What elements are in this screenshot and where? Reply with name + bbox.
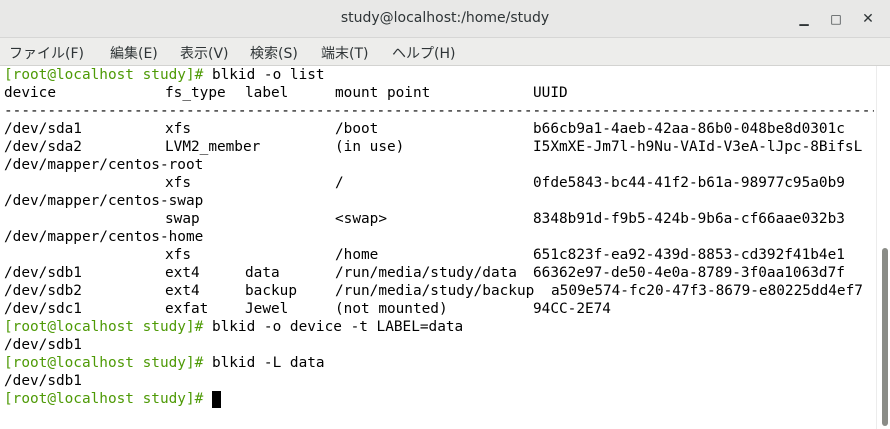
header-uuid: UUID (533, 85, 568, 101)
table-row: /dev/mapper/centos-home (4, 228, 203, 246)
close-icon[interactable]: ✕ (858, 9, 878, 29)
menu-file[interactable]: ファイル(F) (9, 43, 84, 63)
maximize-icon[interactable]: □ (826, 9, 846, 29)
command-output: /dev/sdb1 (4, 337, 82, 353)
menu-view[interactable]: 表示(V) (180, 43, 229, 63)
row-fs-type: LVM2_member (165, 139, 261, 155)
header-fs-type: fs_type (165, 85, 226, 101)
row-device: /dev/sda1 (4, 121, 82, 137)
row-device: /dev/sda2 (4, 139, 82, 155)
text-cursor (211, 391, 221, 408)
row-mount-point: /run/media/study/data (335, 265, 517, 281)
row-fs-type: xfs (165, 175, 191, 191)
header-device: device (4, 85, 56, 101)
row-fs-type: swap (165, 211, 200, 227)
row-mount-point: <swap> (335, 211, 387, 227)
row-label: backup (245, 283, 297, 299)
row-device: /dev/mapper/centos-root (4, 157, 204, 173)
terminal-window: study@localhost:/home/study ▁ □ ✕ ファイル(F… (0, 0, 890, 429)
row-device: /dev/sdb1 (4, 265, 82, 281)
minimize-icon[interactable]: ▁ (794, 9, 814, 29)
row-uuid: 651c823f-ea92-439d-8853-cd392f41b4e1 (533, 247, 845, 263)
row-device: /dev/mapper/centos-home (4, 229, 204, 245)
row-device: /dev/mapper/centos-swap (4, 193, 204, 209)
scrollbar-thumb[interactable] (882, 248, 888, 426)
window-title: study@localhost:/home/study (340, 10, 550, 26)
shell-prompt: [root@localhost study]# (4, 67, 204, 83)
vertical-scrollbar[interactable] (876, 66, 890, 429)
header-mount-point: mount point (335, 85, 431, 101)
row-device: /dev/sdc1 (4, 301, 82, 317)
table-row: /dev/sdb2 ext4 backup /run/media/study/b… (4, 282, 874, 300)
command-line: [root@localhost study]# (4, 390, 221, 408)
table-row: xfs /home 651c823f-ea92-439d-8853-cd392f… (4, 246, 874, 264)
terminal-output[interactable]: [root@localhost study]# blkid -o list de… (0, 66, 876, 429)
menu-edit[interactable]: 編集(E) (110, 43, 158, 63)
command-text: blkid -o list (203, 67, 325, 83)
table-row: /dev/sda2 LVM2_member (in use) I5XmXE-Jm… (4, 138, 874, 156)
row-fs-type: xfs (165, 121, 191, 137)
menu-bar: ファイル(F) 編集(E) 表示(V) 検索(S) 端末(T) ヘルプ(H) (0, 38, 890, 66)
row-fs-type: exfat (165, 301, 209, 317)
command-line: [root@localhost study]# blkid -o list (4, 66, 325, 84)
title-bar[interactable]: study@localhost:/home/study ▁ □ ✕ (0, 0, 890, 38)
command-output: /dev/sdb1 (4, 373, 82, 389)
menu-help[interactable]: ヘルプ(H) (392, 43, 455, 63)
row-mount-point: (in use) (335, 139, 405, 155)
row-fs-type: ext4 (165, 283, 200, 299)
table-row: /dev/mapper/centos-root (4, 156, 203, 174)
header-label: label (245, 85, 289, 101)
table-row: swap <swap> 8348b91d-f9b5-424b-9b6a-cf66… (4, 210, 874, 228)
row-mount-point: /run/media/study/backup (335, 283, 535, 299)
row-uuid: 66362e97-de50-4e0a-8789-3f0aa1063d7f (533, 265, 845, 281)
table-row: /dev/sdb1 ext4 data /run/media/study/dat… (4, 264, 874, 282)
command-line: [root@localhost study]# blkid -o device … (4, 318, 463, 336)
shell-prompt: [root@localhost study]# (4, 319, 204, 335)
table-row: /dev/sda1 xfs /boot b66cb9a1-4aeb-42aa-8… (4, 120, 874, 138)
row-mount-point: /boot (335, 121, 379, 137)
command-text: blkid -o device -t LABEL=data (203, 319, 464, 335)
row-mount-point: /home (335, 247, 379, 263)
table-row: xfs / 0fde5843-bc44-41f2-b61a-98977c95a0… (4, 174, 874, 192)
row-uuid: 8348b91d-f9b5-424b-9b6a-cf66aae032b3 (533, 211, 845, 227)
row-label: data (245, 265, 280, 281)
row-mount-point: / (335, 175, 344, 191)
table-row: /dev/sdc1 exfat Jewel (not mounted) 94CC… (4, 300, 874, 318)
table-row: /dev/mapper/centos-swap (4, 192, 203, 210)
row-uuid: 0fde5843-bc44-41f2-b61a-98977c95a0b9 (533, 175, 845, 191)
shell-prompt: [root@localhost study]# (4, 391, 204, 407)
shell-prompt: [root@localhost study]# (4, 355, 204, 371)
row-uuid: b66cb9a1-4aeb-42aa-86b0-048be8d0301c (533, 121, 845, 137)
table-header: device fs_type label mount point UUID (4, 84, 874, 102)
separator-line: ----------------------------------------… (4, 103, 874, 119)
row-uuid: a509e574-fc20-47f3-8679-e80225dd4ef7 (551, 283, 863, 299)
command-line: [root@localhost study]# blkid -L data (4, 354, 325, 372)
menu-search[interactable]: 検索(S) (250, 43, 298, 63)
command-text: blkid -L data (203, 355, 325, 371)
menu-terminal[interactable]: 端末(T) (321, 43, 368, 63)
row-fs-type: xfs (165, 247, 191, 263)
row-label: Jewel (245, 301, 289, 317)
row-fs-type: ext4 (165, 265, 200, 281)
row-mount-point: (not mounted) (335, 301, 448, 317)
row-device: /dev/sdb2 (4, 283, 82, 299)
row-uuid: I5XmXE-Jm7l-h9Nu-VAId-V3eA-lJpc-8BifsL (533, 139, 863, 155)
row-uuid: 94CC-2E74 (533, 301, 611, 317)
